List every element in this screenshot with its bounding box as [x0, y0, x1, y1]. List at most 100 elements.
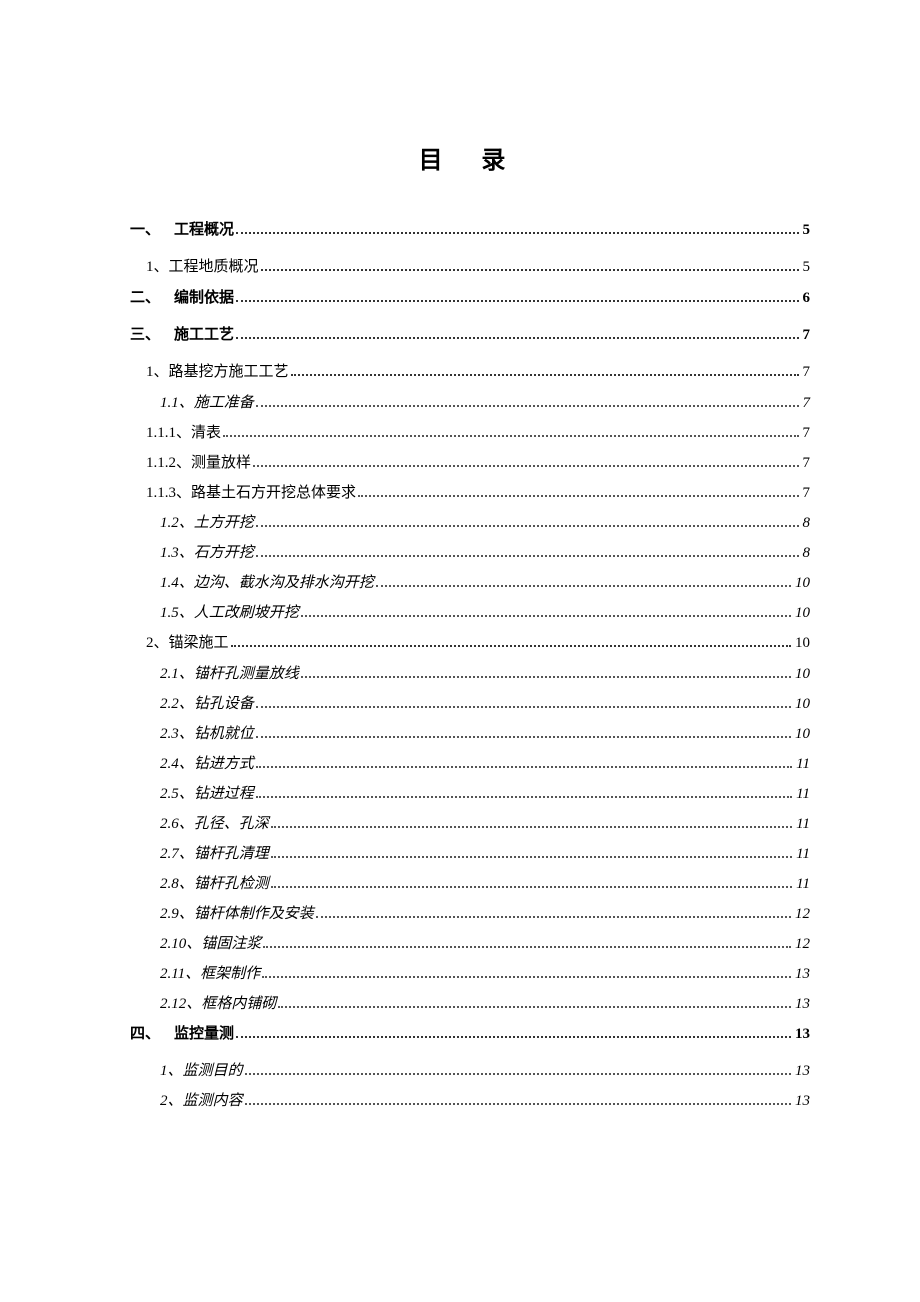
toc-entry: 1、工程地质概况 5 [130, 260, 810, 275]
toc-label: 清表 [191, 426, 221, 441]
toc-leader-dots [376, 585, 791, 587]
toc-marker: 1、 [160, 1064, 183, 1079]
toc-page-number: 11 [796, 757, 810, 772]
toc-marker: 二、 [130, 291, 174, 306]
toc-marker: 三、 [130, 328, 174, 343]
toc-page-number: 10 [795, 667, 810, 682]
toc-page-number: 11 [796, 847, 810, 862]
toc-page-number: 11 [796, 877, 810, 892]
toc-label: 监测内容 [183, 1094, 243, 1109]
toc-label: 工程地质概况 [169, 260, 259, 275]
toc-marker: 四、 [130, 1027, 174, 1042]
toc-page-number: 7 [803, 365, 811, 380]
toc-leader-dots [301, 615, 791, 617]
toc-marker: 2.7、 [160, 847, 194, 862]
toc-marker: 2.3、 [160, 727, 194, 742]
toc-page-number: 10 [795, 697, 810, 712]
toc-leader-dots [256, 796, 792, 798]
toc-marker: 2.12、 [160, 997, 201, 1012]
toc-label: 监控量测 [174, 1027, 234, 1042]
toc-entry: 二、编制依据6 [130, 291, 810, 306]
toc-label: 编制依据 [174, 291, 234, 306]
toc-page-number: 10 [795, 636, 810, 651]
toc-leader-dots [236, 337, 798, 339]
toc-entry: 2.2、钻孔设备 10 [130, 697, 810, 712]
toc-label: 土方开挖 [194, 516, 254, 531]
toc-page-number: 5 [803, 260, 811, 275]
toc-leader-dots [271, 886, 792, 888]
toc-entry: 2.5、钻进过程 11 [130, 787, 810, 802]
toc-page-number: 12 [795, 907, 810, 922]
toc-label: 人工改刷坡开挖 [194, 606, 299, 621]
toc-leader-dots [256, 766, 792, 768]
toc-page-number: 11 [796, 817, 810, 832]
toc-entry: 1.2、土方开挖 8 [130, 516, 810, 531]
toc-entry: 1.1、施工准备 7 [130, 396, 810, 411]
toc-entry: 1.1.1、清表7 [130, 426, 810, 441]
toc-page-number: 13 [795, 997, 810, 1012]
toc-page-number: 10 [795, 606, 810, 621]
toc-page-number: 11 [796, 787, 810, 802]
toc-entry: 2.8、锚杆孔检测 11 [130, 877, 810, 892]
toc-entry: 1、路基挖方施工工艺7 [130, 365, 810, 380]
toc-entry: 1、监测目的 13 [130, 1064, 810, 1079]
toc-leader-dots [236, 1036, 791, 1038]
toc-page-number: 13 [795, 1064, 810, 1079]
toc-leader-dots [253, 465, 798, 467]
toc-entry: 1.4、边沟、截水沟及排水沟开挖 10 [130, 576, 810, 591]
toc-label: 锚杆孔检测 [194, 877, 269, 892]
toc-marker: 2.1、 [160, 667, 194, 682]
toc-marker: 1.1.2、 [146, 456, 191, 471]
toc-label: 钻孔设备 [194, 697, 254, 712]
toc-label: 施工工艺 [174, 328, 234, 343]
toc-marker: 1.5、 [160, 606, 194, 621]
toc-leader-dots [316, 916, 791, 918]
toc-label: 框架制作 [200, 967, 260, 982]
toc-marker: 1.1、 [160, 396, 194, 411]
toc-entry: 2、锚梁施工 10 [130, 636, 810, 651]
toc-label: 锚梁施工 [169, 636, 229, 651]
toc-leader-dots [231, 645, 791, 647]
toc-leader-dots [358, 495, 798, 497]
toc-leader-dots [278, 1006, 791, 1008]
toc-entry: 2.10、锚固注浆 12 [130, 937, 810, 952]
toc-marker: 2、 [146, 636, 169, 651]
toc-marker: 1.3、 [160, 546, 194, 561]
toc-marker: 2.11、 [160, 967, 200, 982]
toc-label: 锚杆孔清理 [194, 847, 269, 862]
toc-marker: 1.1.3、 [146, 486, 191, 501]
toc-marker: 1.2、 [160, 516, 194, 531]
toc-entry: 1.1.2、测量放样 7 [130, 456, 810, 471]
toc-entry: 1.3、石方开挖 8 [130, 546, 810, 561]
toc-leader-dots [271, 856, 792, 858]
toc-leader-dots [301, 676, 791, 678]
toc-label: 石方开挖 [194, 546, 254, 561]
toc-marker: 2.10、 [160, 937, 201, 952]
toc-marker: 1、 [146, 365, 169, 380]
toc-page-number: 7 [803, 328, 811, 343]
toc-leader-dots [263, 946, 791, 948]
toc-marker: 1.4、 [160, 576, 194, 591]
toc-entry: 一、工程概况5 [130, 223, 810, 238]
toc-leader-dots [236, 300, 798, 302]
toc-page-number: 7 [803, 396, 811, 411]
toc-entry: 1.5、人工改刷坡开挖 10 [130, 606, 810, 621]
toc-marker: 2.8、 [160, 877, 194, 892]
toc-leader-dots [291, 374, 799, 376]
toc-marker: 1、 [146, 260, 169, 275]
toc-entry: 1.1.3、路基土石方开挖总体要求7 [130, 486, 810, 501]
toc-marker: 2.2、 [160, 697, 194, 712]
toc-entry: 2.6、孔径、孔深 11 [130, 817, 810, 832]
toc-label: 路基土石方开挖总体要求 [191, 486, 356, 501]
toc-page-number: 7 [803, 426, 811, 441]
toc-entry: 2.12、框格内铺砌 13 [130, 997, 810, 1012]
toc-entry: 三、施工工艺 7 [130, 328, 810, 343]
toc-marker: 2.9、 [160, 907, 194, 922]
toc-entry: 2.1、锚杆孔测量放线 10 [130, 667, 810, 682]
toc-page-number: 7 [803, 456, 811, 471]
toc-label: 框格内铺砌 [201, 997, 276, 1012]
toc-marker: 2.6、 [160, 817, 194, 832]
toc-label: 测量放样 [191, 456, 251, 471]
toc-label: 锚固注浆 [201, 937, 261, 952]
toc-leader-dots [256, 405, 799, 407]
